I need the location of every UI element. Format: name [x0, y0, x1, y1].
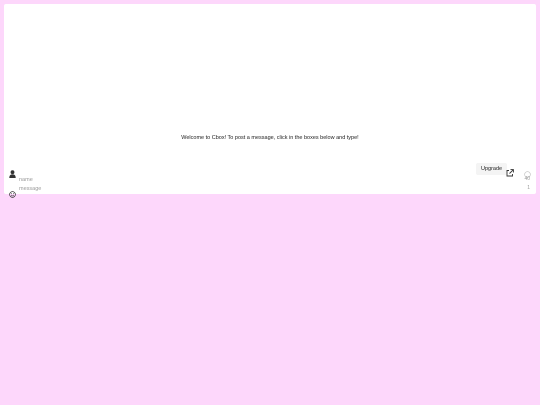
chat-widget: Welcome to Cbox! To post a message, clic… [4, 4, 536, 198]
status-circle-icon [524, 165, 531, 178]
user-icon[interactable] [9, 165, 16, 178]
smiley-icon[interactable] [9, 185, 16, 198]
message-char-count: 1 [527, 185, 530, 191]
toolbar: Upgrade [4, 162, 536, 178]
message-input[interactable] [19, 184, 514, 193]
name-input[interactable] [19, 175, 514, 184]
name-char-count: 40 [524, 176, 530, 182]
welcome-message: Welcome to Cbox! To post a message, clic… [181, 135, 359, 141]
message-row: 1 [4, 184, 536, 198]
external-link-icon[interactable] [506, 164, 514, 177]
upgrade-button[interactable]: Upgrade [476, 163, 508, 175]
name-row: 40 [4, 175, 536, 184]
